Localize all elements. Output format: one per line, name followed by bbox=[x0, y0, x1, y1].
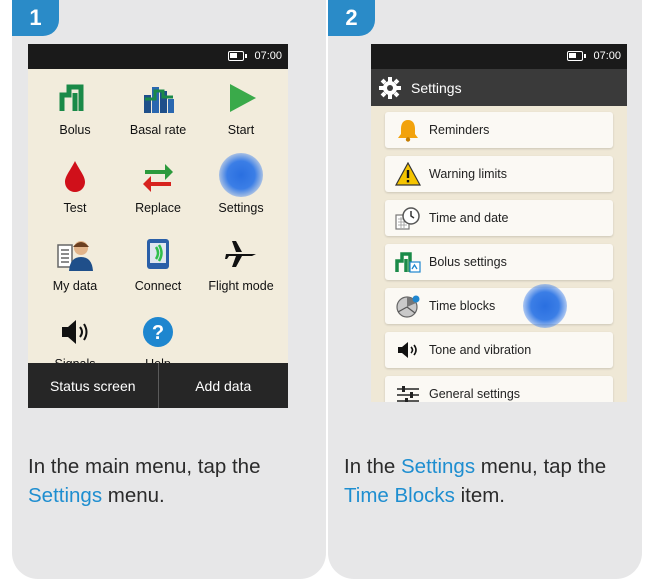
menu-item-label: My data bbox=[52, 279, 98, 293]
menu-item-flight-mode[interactable]: Flight mode bbox=[198, 229, 284, 303]
caption-text: In the main menu, tap the bbox=[28, 455, 261, 478]
menu-item-connect[interactable]: Connect bbox=[115, 229, 201, 303]
sliders-icon bbox=[397, 386, 419, 402]
settings-item-label: Tone and vibration bbox=[429, 343, 532, 357]
svg-text:?: ? bbox=[152, 322, 164, 344]
menu-item-basal-rate[interactable]: Basal rate bbox=[115, 73, 201, 147]
menu-item-start[interactable]: Start bbox=[198, 73, 284, 147]
menu-item-my-data[interactable]: My data bbox=[32, 229, 118, 303]
bolus-settings-icon bbox=[395, 252, 421, 273]
settings-item-label: Bolus settings bbox=[429, 255, 507, 269]
bottom-bar: Status screen Add data bbox=[28, 363, 288, 408]
menu-item-label: Bolus bbox=[59, 123, 91, 137]
bolus-icon bbox=[59, 84, 84, 111]
caption-text: In the bbox=[344, 455, 401, 478]
menu-item-label: Flight mode bbox=[208, 279, 274, 293]
menu-item-label: Start bbox=[227, 123, 255, 137]
battery-icon bbox=[228, 51, 247, 61]
menu-item-test[interactable]: Test bbox=[32, 151, 118, 225]
settings-item-bolus-settings[interactable]: Bolus settings bbox=[385, 244, 613, 280]
step-2-caption: In the Settings menu, tap the Time Block… bbox=[344, 452, 634, 510]
caption-highlight: Settings bbox=[401, 455, 476, 478]
step-1-caption: In the main menu, tap the Settings menu. bbox=[28, 452, 318, 510]
menu-item-label: Replace bbox=[135, 201, 181, 215]
menu-item-replace[interactable]: Replace bbox=[115, 151, 201, 225]
settings-item-label: Time and date bbox=[429, 211, 509, 225]
page-title: Settings bbox=[411, 80, 462, 96]
menu-item-label: Connect bbox=[134, 279, 182, 293]
step-number-badge: 2 bbox=[328, 0, 375, 36]
settings-item-label: General settings bbox=[429, 387, 521, 401]
status-time: 07:00 bbox=[593, 50, 621, 62]
caption-text: item. bbox=[454, 484, 505, 507]
add-data-button[interactable]: Add data bbox=[159, 363, 289, 408]
step-number-badge: 1 bbox=[12, 0, 59, 36]
warning-icon bbox=[395, 162, 421, 186]
menu-item-bolus[interactable]: Bolus bbox=[32, 73, 118, 147]
settings-item-general-settings[interactable]: General settings bbox=[385, 376, 613, 402]
gear-icon bbox=[379, 77, 401, 99]
status-bar: 07:00 bbox=[28, 44, 288, 69]
settings-item-time-blocks[interactable]: Time blocks bbox=[385, 284, 613, 328]
settings-item-reminders[interactable]: Reminders bbox=[385, 112, 613, 148]
settings-screen: 07:00 Settings Reminders Warning limits … bbox=[371, 44, 627, 402]
bell-icon bbox=[398, 120, 418, 142]
speaker-icon bbox=[62, 320, 88, 344]
play-icon bbox=[230, 84, 256, 112]
time-blocks-icon bbox=[396, 295, 420, 318]
airplane-icon bbox=[225, 241, 256, 267]
settings-item-time-and-date[interactable]: Time and date bbox=[385, 200, 613, 236]
status-time: 07:00 bbox=[254, 50, 282, 62]
basal-rate-icon bbox=[144, 87, 174, 113]
settings-item-label: Warning limits bbox=[429, 167, 508, 181]
main-menu-screen: 07:00 Bolus Basal rate Start Test Replac… bbox=[28, 44, 288, 408]
status-bar: 07:00 bbox=[371, 44, 627, 69]
speaker-icon bbox=[398, 342, 417, 358]
menu-item-label: Settings bbox=[218, 201, 264, 215]
menu-item-settings[interactable]: Settings bbox=[198, 151, 284, 225]
caption-highlight: Settings bbox=[28, 484, 103, 507]
menu-item-label: Test bbox=[63, 201, 87, 215]
caption-text: menu. bbox=[102, 484, 165, 507]
menu-item-label: Basal rate bbox=[129, 123, 187, 137]
blood-drop-icon bbox=[65, 161, 85, 192]
settings-item-warning-limits[interactable]: Warning limits bbox=[385, 156, 613, 192]
tap-indicator-icon bbox=[523, 284, 567, 328]
battery-icon bbox=[567, 51, 586, 61]
connect-icon bbox=[147, 239, 169, 269]
settings-item-label: Reminders bbox=[429, 123, 490, 137]
caption-highlight: Time Blocks bbox=[344, 484, 455, 507]
tap-indicator-icon bbox=[219, 153, 263, 197]
settings-item-label: Time blocks bbox=[429, 299, 496, 313]
help-icon: ? bbox=[143, 317, 173, 347]
clock-calendar-icon bbox=[395, 207, 420, 230]
caption-text: menu, tap the bbox=[475, 455, 607, 478]
settings-title-bar: Settings bbox=[371, 69, 627, 106]
replace-arrows-icon bbox=[143, 164, 173, 192]
status-screen-button[interactable]: Status screen bbox=[28, 363, 159, 408]
my-data-icon bbox=[57, 241, 93, 271]
settings-item-tone-and-vibration[interactable]: Tone and vibration bbox=[385, 332, 613, 368]
